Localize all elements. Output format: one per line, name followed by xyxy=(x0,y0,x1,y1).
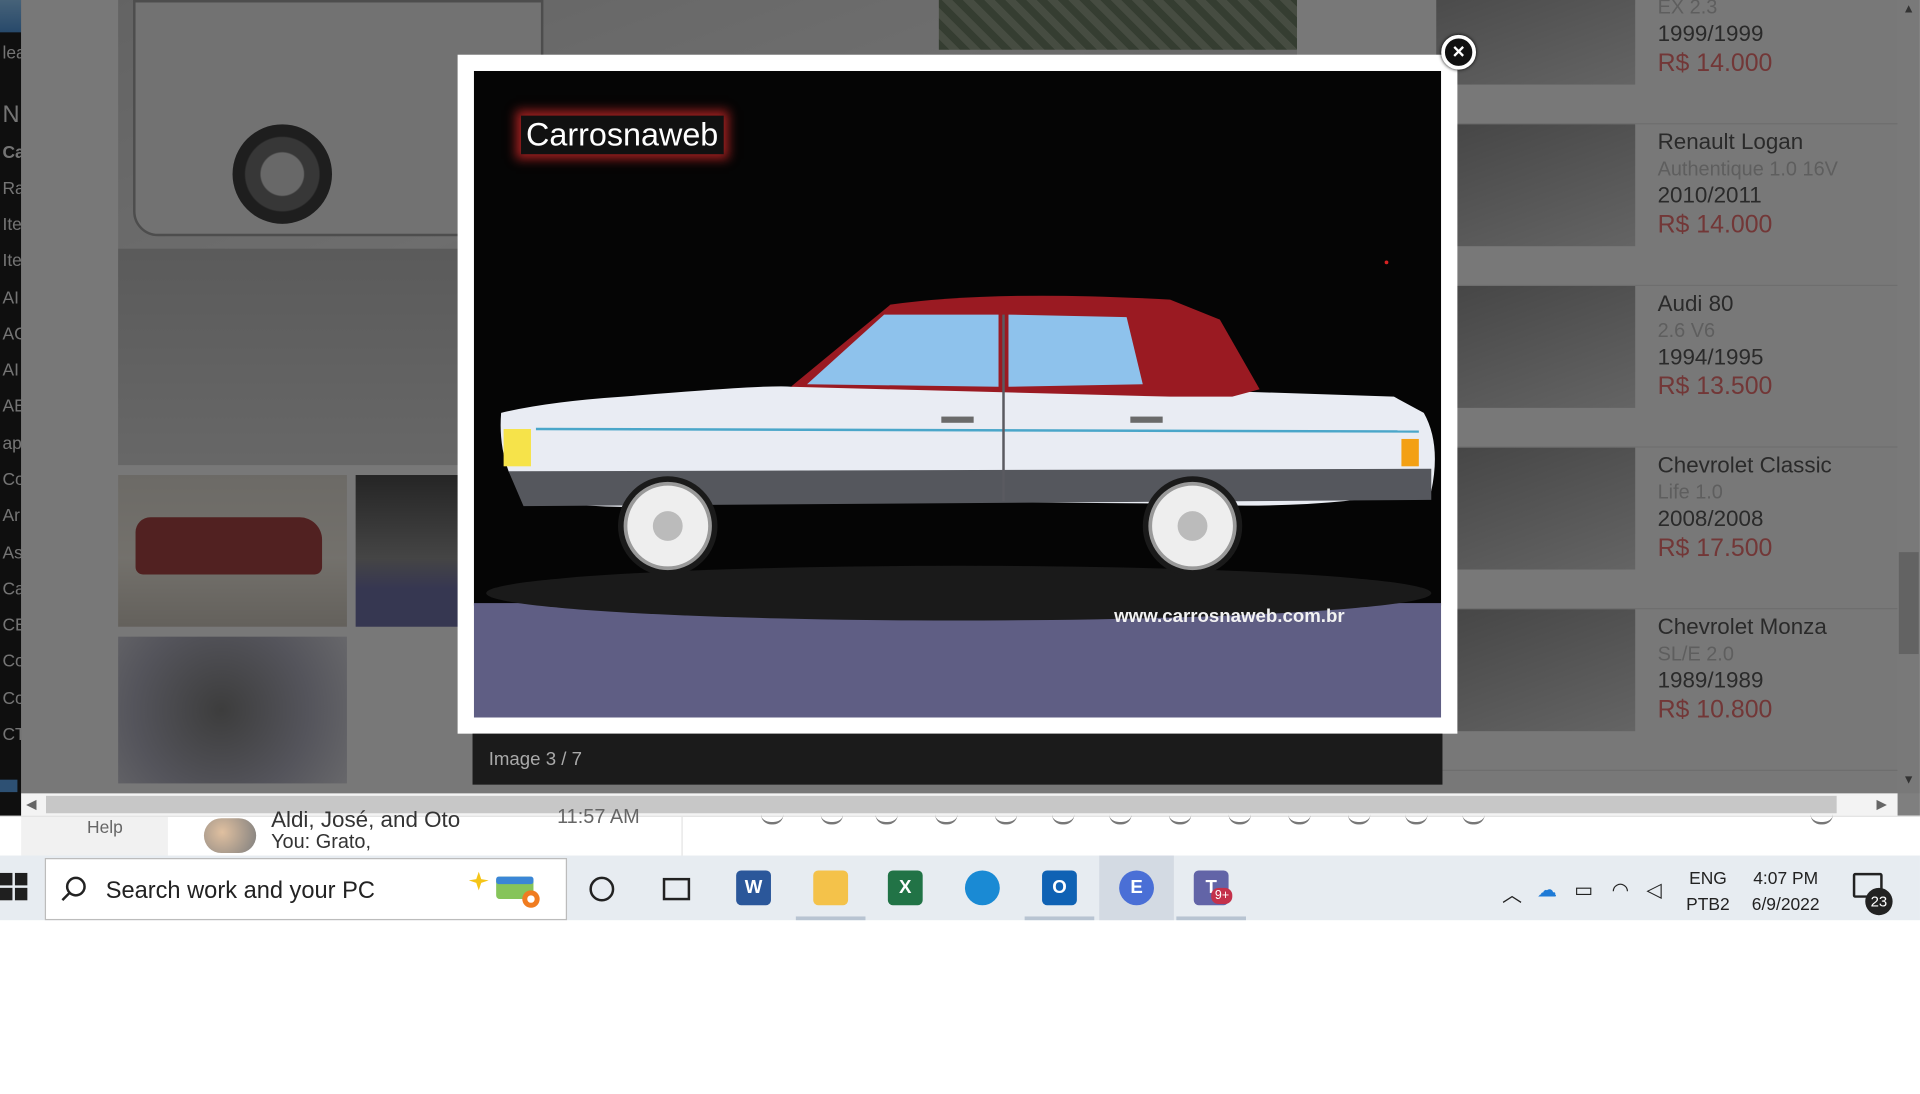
apps-icon[interactable] xyxy=(1405,810,1428,825)
windows-taskbar: Search work and your PC W X O E T 9+ ︿ ☁… xyxy=(0,855,1920,921)
file-explorer-icon[interactable] xyxy=(795,865,866,921)
help-link[interactable]: Help xyxy=(87,817,123,837)
lightbox-close-icon[interactable]: × xyxy=(1441,34,1477,70)
image-lightbox: Carrosnaweb www.carrosnaweb.com.br xyxy=(457,54,1458,734)
meeting-icon[interactable] xyxy=(1109,810,1132,825)
link-icon[interactable] xyxy=(875,810,898,825)
edge-icon[interactable] xyxy=(960,865,1005,910)
format-icon[interactable] xyxy=(761,810,784,825)
notification-count: 23 xyxy=(1865,887,1893,916)
scroll-left-arrow-icon[interactable]: ◀ xyxy=(26,796,37,812)
emoji-icon[interactable] xyxy=(935,810,958,825)
gif-icon[interactable] xyxy=(994,810,1018,825)
volume-icon[interactable]: ◁ xyxy=(1646,878,1661,903)
approvals-icon[interactable] xyxy=(1288,810,1311,825)
lightbox-caption-bar: Image 3 / 7 xyxy=(472,733,1443,785)
excel-icon[interactable]: X xyxy=(883,865,928,910)
lightbox-website-watermark: www.carrosnaweb.com.br xyxy=(1114,605,1345,627)
search-highlight-icon xyxy=(468,871,540,908)
group-avatar[interactable] xyxy=(203,818,257,854)
lightbox-brand-watermark: Carrosnaweb xyxy=(521,115,724,155)
desktop-screen: leaNCaRaIteIteAIACAIAEapCoArAsCaCECoCoCT… xyxy=(0,0,1920,1094)
chat-participants[interactable]: Aldi, José, and Oto xyxy=(271,807,460,833)
task-view-icon[interactable] xyxy=(662,877,691,901)
chat-time: 11:57 AM xyxy=(557,807,640,829)
chat-divider xyxy=(681,816,683,857)
scroll-right-arrow-icon[interactable]: ▶ xyxy=(1876,796,1887,812)
chat-preview[interactable]: You: Grato, xyxy=(271,832,371,854)
onedrive-icon[interactable]: ☁ xyxy=(1537,878,1557,903)
teams-badge: 9+ xyxy=(1211,887,1233,905)
battery-icon[interactable]: ▭ xyxy=(1574,878,1593,903)
input-language[interactable]: ENG PTB2 xyxy=(1686,865,1730,917)
teams-icon[interactable]: T 9+ xyxy=(1176,865,1246,921)
taskbar-search-box[interactable]: Search work and your PC xyxy=(44,858,568,921)
show-hidden-icons-icon[interactable]: ︿ xyxy=(1502,878,1522,908)
lightbox-image-counter: Image 3 / 7 xyxy=(488,748,583,770)
wifi-icon[interactable]: ◠ xyxy=(1612,878,1629,903)
cortana-icon[interactable] xyxy=(589,876,615,902)
praise-icon[interactable] xyxy=(1228,810,1251,825)
taskbar-clock[interactable]: 4:07 PM 6/9/2022 xyxy=(1746,865,1826,917)
loop-icon[interactable] xyxy=(1168,810,1192,825)
windows-start-icon[interactable] xyxy=(0,872,28,901)
teams-chat-strip: Help Aldi, José, and Oto 11:57 AM You: G… xyxy=(0,807,1920,857)
sticker-icon[interactable] xyxy=(1052,810,1075,825)
outlook-icon[interactable]: O xyxy=(1024,865,1095,921)
updates-icon[interactable] xyxy=(1347,810,1371,825)
word-icon[interactable]: W xyxy=(731,865,776,910)
chrome-icon[interactable]: E xyxy=(1099,855,1174,921)
more-options-icon[interactable] xyxy=(1462,810,1485,825)
attach-icon[interactable] xyxy=(820,810,844,825)
search-icon xyxy=(65,876,86,897)
system-tray: ︿ ☁ ▭ ◠ ◁ ENG PTB2 4:07 PM 6/9/2022 23 xyxy=(1492,856,1920,921)
send-icon[interactable] xyxy=(1810,810,1833,825)
lightbox-car-image: Carrosnaweb www.carrosnaweb.com.br xyxy=(473,70,1442,718)
search-placeholder[interactable]: Search work and your PC xyxy=(106,878,375,905)
